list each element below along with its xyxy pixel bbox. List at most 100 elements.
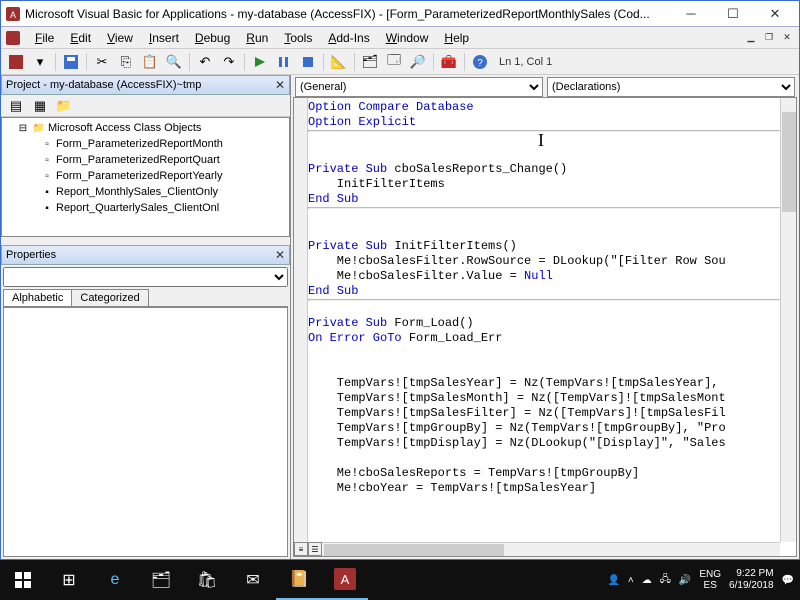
toolbar: ▾ ✂ ⎘ 📋 🔍 ↶ ↷ 📐 🗂 🗔 🔎 🧰 ? Ln 1, Col 1 xyxy=(1,49,799,75)
task-view-icon[interactable]: ⊞ xyxy=(46,560,92,600)
properties-object-select[interactable] xyxy=(3,267,288,287)
cursor-position: Ln 1, Col 1 xyxy=(499,56,552,68)
menu-debug[interactable]: Debug xyxy=(187,29,238,47)
cut-icon[interactable]: ✂ xyxy=(91,51,113,73)
view-object-icon[interactable]: ▦ xyxy=(29,95,51,117)
code-editor[interactable]: Option Compare Database Option Explicit … xyxy=(293,97,797,557)
svg-text:A: A xyxy=(341,572,350,587)
object-dropdown[interactable]: (General) xyxy=(295,77,543,97)
tree-folder[interactable]: ⊟ 📁 Microsoft Access Class Objects xyxy=(4,120,287,136)
minimize-button[interactable]: ─ xyxy=(671,3,711,25)
tree-item[interactable]: ▪Report_MonthlySales_ClientOnly xyxy=(4,184,287,200)
project-explorer-title[interactable]: Project - my-database (AccessFIX)~tmp ✕ xyxy=(1,75,290,95)
copy-icon[interactable]: ⎘ xyxy=(115,51,137,73)
action-center-icon[interactable]: 💬 xyxy=(782,575,794,586)
clock[interactable]: 9:22 PM6/19/2018 xyxy=(729,568,774,592)
taskbar[interactable]: ⊞ e 🗂 🛍 ✉ 📔 A 👤 ˄ ☁ 🖧 🔊 ENGES 9:22 PM6/1… xyxy=(0,560,800,600)
help-icon[interactable]: ? xyxy=(469,51,491,73)
properties-grid[interactable] xyxy=(3,307,288,557)
run-icon[interactable] xyxy=(249,51,271,73)
mdi-close[interactable]: ✕ xyxy=(779,31,795,45)
margin-indicator xyxy=(294,98,308,542)
properties-title[interactable]: Properties ✕ xyxy=(1,245,290,265)
code-text[interactable]: Option Compare Database Option Explicit … xyxy=(308,100,780,542)
view-code-icon[interactable]: ▤ xyxy=(5,95,27,117)
access-icon xyxy=(5,30,21,46)
tree-item[interactable]: ▫Form_ParameterizedReportYearly xyxy=(4,168,287,184)
reset-icon[interactable] xyxy=(297,51,319,73)
menu-help[interactable]: Help xyxy=(436,29,477,47)
mail-icon[interactable]: ✉ xyxy=(230,560,276,600)
form-icon: ▫ xyxy=(40,169,54,183)
system-tray[interactable]: 👤 ˄ ☁ 🖧 🔊 ENGES 9:22 PM6/19/2018 💬 xyxy=(607,568,800,592)
store-icon[interactable]: 🛍 xyxy=(184,560,230,600)
close-button[interactable]: ✕ xyxy=(755,3,795,25)
tab-alphabetic[interactable]: Alphabetic xyxy=(3,289,72,306)
paste-icon[interactable]: 📋 xyxy=(139,51,161,73)
menu-insert[interactable]: Insert xyxy=(141,29,187,47)
window-title: Microsoft Visual Basic for Applications … xyxy=(25,7,671,21)
menu-tools[interactable]: Tools xyxy=(276,29,320,47)
minus-icon[interactable]: ⊟ xyxy=(16,121,30,135)
vertical-scrollbar[interactable] xyxy=(780,98,796,542)
design-mode-icon[interactable]: 📐 xyxy=(328,51,350,73)
tab-categorized[interactable]: Categorized xyxy=(71,289,148,306)
report-icon: ▪ xyxy=(40,201,54,215)
vba-ide-window: A Microsoft Visual Basic for Application… xyxy=(0,0,800,560)
toggle-folders-icon[interactable]: 📁 xyxy=(53,95,75,117)
mdi-restore[interactable]: ❐ xyxy=(761,31,777,45)
titlebar[interactable]: A Microsoft Visual Basic for Application… xyxy=(1,1,799,27)
network-icon[interactable]: 🖧 xyxy=(660,572,671,589)
procedure-view-icon[interactable]: ≡ xyxy=(294,542,308,556)
horizontal-scrollbar[interactable] xyxy=(322,542,780,556)
project-close-icon[interactable]: ✕ xyxy=(275,78,285,92)
view-access-icon[interactable] xyxy=(5,51,27,73)
break-icon[interactable] xyxy=(273,51,295,73)
find-icon[interactable]: 🔍 xyxy=(163,51,185,73)
procedure-dropdown[interactable]: (Declarations) xyxy=(547,77,795,97)
properties-panel: Properties ✕ Alphabetic Categorized xyxy=(1,245,290,559)
menu-view[interactable]: View xyxy=(99,29,141,47)
menu-window[interactable]: Window xyxy=(378,29,437,47)
tree-item[interactable]: ▪Report_QuarterlySales_ClientOnl xyxy=(4,200,287,216)
save-icon[interactable] xyxy=(60,51,82,73)
menu-run[interactable]: Run xyxy=(238,29,276,47)
explorer-icon[interactable]: 🗂 xyxy=(138,560,184,600)
project-toolbar: ▤ ▦ 📁 xyxy=(1,95,290,117)
full-module-view-icon[interactable]: ☰ xyxy=(308,542,322,556)
language-indicator[interactable]: ENGES xyxy=(699,569,721,591)
scroll-thumb[interactable] xyxy=(324,544,504,556)
edge-icon[interactable]: e xyxy=(92,560,138,600)
redo-icon[interactable]: ↷ xyxy=(218,51,240,73)
svg-text:?: ? xyxy=(477,58,483,69)
scroll-thumb[interactable] xyxy=(782,112,796,212)
left-pane: Project - my-database (AccessFIX)~tmp ✕ … xyxy=(1,75,291,559)
tree-item[interactable]: ▫Form_ParameterizedReportMonth xyxy=(4,136,287,152)
maximize-button[interactable]: ☐ xyxy=(713,3,753,25)
project-explorer-icon[interactable]: 🗂 xyxy=(359,51,381,73)
menu-addins[interactable]: Add-Ins xyxy=(320,29,377,47)
tree-item[interactable]: ▫Form_ParameterizedReportQuart xyxy=(4,152,287,168)
toolbox-icon[interactable]: 🧰 xyxy=(438,51,460,73)
people-icon[interactable]: 👤 xyxy=(607,575,619,586)
mdi-minimize[interactable]: ▁ xyxy=(743,31,759,45)
start-button[interactable] xyxy=(0,560,46,600)
form-icon: ▫ xyxy=(40,137,54,151)
app-taskbar-icon[interactable]: 📔 xyxy=(276,560,322,600)
folder-icon: 📁 xyxy=(32,121,46,135)
tray-up-icon[interactable]: ˄ xyxy=(628,575,634,586)
project-tree[interactable]: ⊟ 📁 Microsoft Access Class Objects ▫Form… xyxy=(1,117,290,237)
properties-window-icon[interactable]: 🗔 xyxy=(383,51,405,73)
report-icon: ▪ xyxy=(40,185,54,199)
svg-text:A: A xyxy=(10,10,16,20)
onedrive-icon[interactable]: ☁ xyxy=(642,575,652,586)
undo-icon[interactable]: ↶ xyxy=(194,51,216,73)
access-taskbar-icon[interactable]: A xyxy=(322,560,368,600)
volume-icon[interactable]: 🔊 xyxy=(679,575,691,586)
menu-file[interactable]: File xyxy=(27,29,62,47)
insert-module-dropdown[interactable]: ▾ xyxy=(29,51,51,73)
form-icon: ▫ xyxy=(40,153,54,167)
object-browser-icon[interactable]: 🔎 xyxy=(407,51,429,73)
menu-edit[interactable]: Edit xyxy=(62,29,99,47)
properties-close-icon[interactable]: ✕ xyxy=(275,248,285,262)
